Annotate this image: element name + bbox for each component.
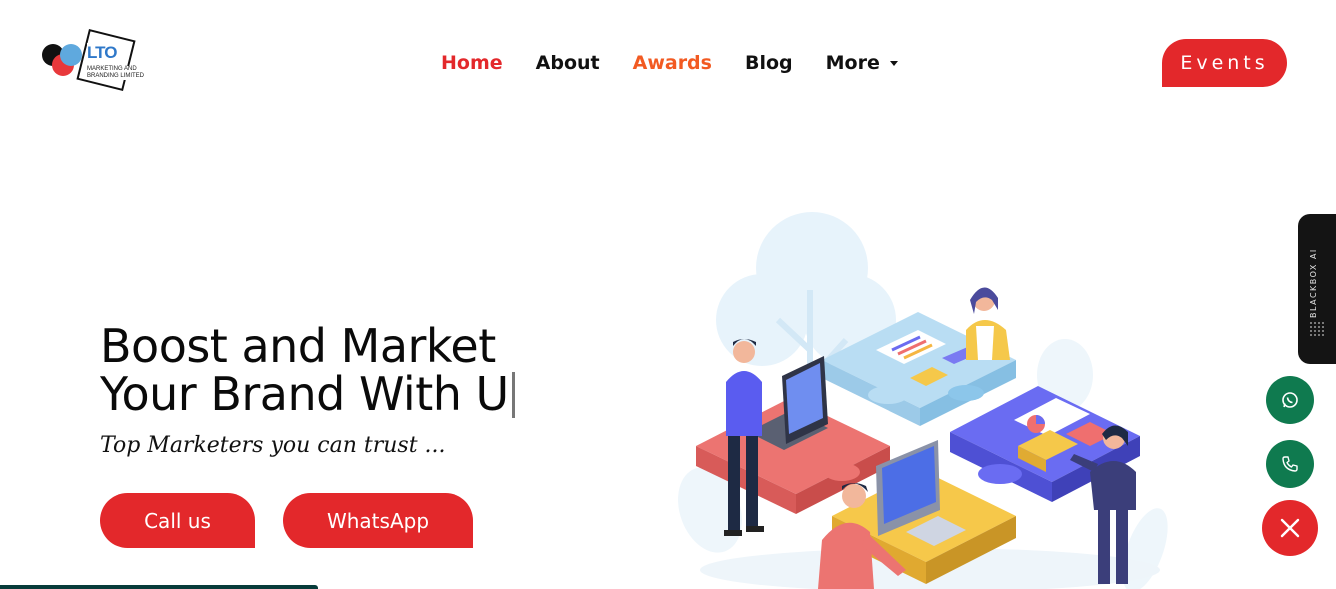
hero-title-line1: Boost and Market — [100, 319, 496, 373]
typing-cursor — [511, 372, 515, 418]
blackbox-ai-label: BLACKBOX AI — [1309, 248, 1318, 318]
nav-about[interactable]: About — [536, 52, 600, 74]
close-icon — [1280, 518, 1300, 538]
nav-awards[interactable]: Awards — [633, 52, 712, 74]
blackbox-ai-tab[interactable]: BLACKBOX AI — [1298, 214, 1336, 364]
teamwork-puzzle-illustration — [678, 212, 1168, 589]
hero-subtitle: Top Marketers you can trust ... — [100, 433, 446, 458]
events-button[interactable]: Events — [1162, 39, 1287, 87]
nav-blog[interactable]: Blog — [745, 52, 793, 74]
phone-icon — [1282, 456, 1298, 472]
whatsapp-button[interactable]: WhatsApp — [283, 493, 473, 548]
scroll-progress-bar — [0, 585, 318, 589]
logo-circle-blue — [60, 44, 82, 66]
logo[interactable]: LTO MARKETING AND BRANDING LIMITED — [40, 28, 150, 96]
nav-more[interactable]: More — [826, 52, 898, 74]
whatsapp-icon — [1282, 392, 1298, 408]
nav-more-label: More — [825, 52, 880, 74]
hero-title-line2: Your Brand With U — [100, 370, 515, 418]
chevron-down-icon — [889, 61, 898, 66]
hero-title: Boost and Market Your Brand With U — [100, 322, 515, 418]
close-fab[interactable] — [1262, 500, 1318, 556]
nav-home[interactable]: Home — [441, 52, 503, 74]
whatsapp-fab[interactable] — [1266, 376, 1314, 424]
blackbox-dots-icon — [1310, 322, 1324, 336]
call-us-button[interactable]: Call us — [100, 493, 255, 548]
main-nav: Home About Awards Blog More — [441, 50, 931, 76]
logo-brand: LTO — [87, 43, 119, 63]
phone-fab[interactable] — [1266, 440, 1314, 488]
logo-subtitle: MARKETING AND BRANDING LIMITED — [87, 66, 145, 80]
